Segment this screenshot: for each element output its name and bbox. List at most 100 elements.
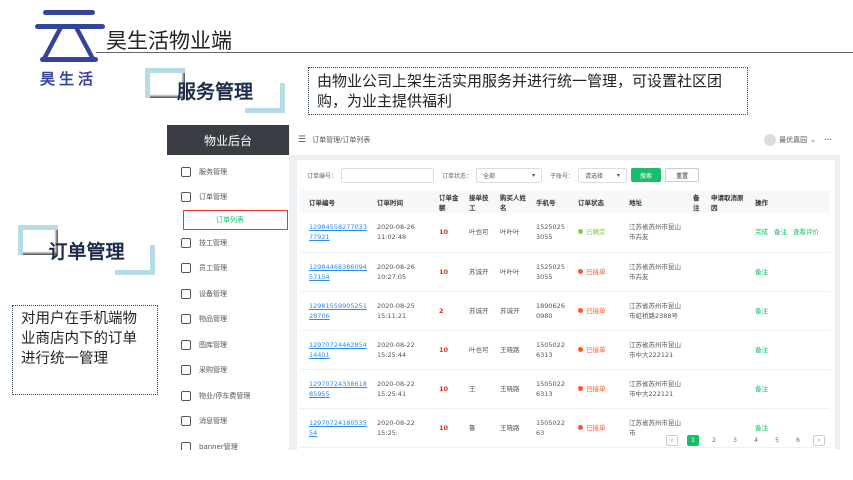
image-icon (181, 339, 191, 350)
operations: 备注 (746, 330, 830, 370)
address: 江苏省苏州市昆山市中大222121 (620, 330, 684, 370)
chevron-down-icon[interactable]: ⌄ (810, 136, 816, 144)
table-row[interactable]: 1297072446285414401 2020-08-22 15:25:44 10… (300, 330, 830, 370)
order-table: 订单编号 订单时间 订单金额 接单技工 购买人姓名 手机号 订单状态 地址 备注 申请取消原因 操作… (300, 190, 830, 448)
page-button[interactable]: 1 (687, 435, 699, 446)
buyer-name: 叶叶叶 (491, 213, 527, 253)
note (684, 369, 702, 409)
operations: 备注 (746, 291, 830, 331)
page-button[interactable]: 5 (771, 435, 783, 446)
order-amount: 10 (430, 213, 460, 253)
menu-icon[interactable]: ☰ (298, 135, 306, 145)
more-icon[interactable]: ··· (824, 136, 832, 144)
order-number-link[interactable]: 1297072446285414401 (300, 330, 368, 370)
reset-button[interactable]: 重置 (665, 168, 700, 182)
order-number-link[interactable]: 1298455827703377921 (300, 213, 368, 253)
search-button[interactable]: 搜索 (631, 168, 662, 182)
prev-page-button[interactable]: ‹ (666, 435, 678, 446)
order-number-link-text[interactable]: 1298455827703377921 (309, 223, 367, 241)
order-no-input[interactable] (341, 167, 435, 183)
status-select[interactable]: 全部 ▾ (476, 167, 543, 183)
phone-text: 150502263 (536, 418, 565, 437)
technician: 叶也可 (460, 213, 491, 253)
op-link[interactable]: 备注 (755, 424, 768, 432)
slide-title: 昊生活物业端 (106, 29, 232, 53)
admin-app-screenshot: 物业后台 服务管理 订单管理 订单列表 技工管理 员工管理 设备管理 物品管理 图库管理 采购管… (167, 125, 840, 450)
order-time-text: 2020-08-26 11:02:48 (377, 223, 415, 242)
sidebar-item[interactable]: 订单列表 (183, 210, 288, 230)
order-status: 已接单 (569, 369, 620, 409)
sidebar-item[interactable]: 物业/停车费管理 (167, 383, 289, 409)
op-link[interactable]: 备注 (755, 385, 768, 393)
order-number-link[interactable]: 1298446838609457154 (300, 252, 368, 292)
order-number-link[interactable]: 1297072433861885955 (300, 369, 368, 409)
status-text: 已接单 (586, 384, 606, 393)
order-time: 2020-08-22 15:25: (368, 408, 430, 448)
address-text: 江苏省苏州市昆山市卉友 (629, 223, 681, 242)
order-amount-text: 10 (439, 267, 449, 276)
avatar[interactable] (764, 134, 777, 146)
order-number-link-text[interactable]: 1298155990525128706 (309, 302, 367, 320)
op-link[interactable]: 备注 (755, 307, 768, 315)
op-link[interactable]: 备注 (755, 346, 768, 354)
sub-heading: 订单管理 (18, 225, 155, 275)
box-icon (181, 314, 191, 325)
topbar: ☰ 订单管理/订单列表 最优嘉园 ⌄ ··· (290, 125, 840, 155)
order-number-link-text[interactable]: 1298446838609457154 (309, 263, 367, 281)
account-value: 请选择 (585, 172, 604, 180)
order-number-link-text[interactable]: 1297072446285414401 (309, 341, 367, 359)
table-row[interactable]: 1298455827703377921 2020-08-26 11:02:48 10… (300, 213, 830, 253)
column-header: 订单金额 (430, 190, 460, 213)
sidebar-item[interactable]: 消息管理 (167, 409, 289, 435)
op-link[interactable]: 完成 (755, 228, 768, 236)
page-button[interactable]: 3 (729, 435, 741, 446)
sidebar-item[interactable]: 设备管理 (167, 281, 289, 307)
next-page-button[interactable]: › (813, 435, 825, 446)
sidebar-item[interactable]: 物品管理 (167, 307, 289, 333)
order-number-link-text[interactable]: 1297072433861885955 (309, 380, 367, 398)
sidebar: 物业后台 服务管理 订单管理 订单列表 技工管理 员工管理 设备管理 物品管理 图库管理 采购管… (167, 125, 290, 450)
user-name[interactable]: 最优嘉园 (779, 135, 807, 145)
page-button[interactable]: 2 (708, 435, 720, 446)
page-button[interactable]: 4 (750, 435, 762, 446)
op-link[interactable]: 备注 (755, 268, 768, 276)
table-row[interactable]: 1298155990525128706 2020-08-25 15:11:21 2 苏… (300, 291, 830, 331)
address: 江苏省苏州市昆山市虹桥路2388号 (620, 291, 684, 331)
order-number-link[interactable]: 1298155990525128706 (300, 291, 368, 331)
phone-text: 15050226313 (536, 340, 565, 359)
column-header: 备注 (684, 190, 702, 213)
phone-text: 18906260980 (536, 301, 565, 320)
status-text: 已接单 (586, 345, 606, 354)
operations: 完成 备注 查看评价 (746, 213, 830, 253)
status-dot-icon (578, 385, 583, 391)
account-select[interactable]: 请选择 ▾ (578, 167, 628, 183)
status-dot-icon (578, 424, 583, 430)
sidebar-item[interactable]: banner管理 (167, 434, 289, 450)
table-row[interactable]: 1298446838609457154 2020-08-26 10:27:05 10… (300, 252, 830, 292)
sidebar-item[interactable]: 服务管理 (167, 159, 289, 185)
message-icon (181, 416, 191, 427)
sidebar-item[interactable]: 图库管理 (167, 332, 289, 358)
sidebar-item[interactable]: 技工管理 (167, 230, 289, 256)
order-status: 已接单 (569, 291, 620, 331)
sidebar-item[interactable]: 采购管理 (167, 358, 289, 384)
order-status: 已确定 (569, 213, 620, 253)
order-amount-text: 10 (439, 423, 449, 432)
order-number-link[interactable]: 1297072418053554 (300, 408, 368, 448)
sidebar-item[interactable]: 订单管理 (167, 185, 289, 211)
technician: 鲁 (460, 408, 491, 448)
op-link[interactable]: 查看评价 (793, 228, 819, 236)
page-button[interactable]: 6 (792, 435, 804, 446)
op-link[interactable]: 备注 (774, 228, 787, 236)
table-row[interactable]: 1297072433861885955 2020-08-22 15:25:41 10… (300, 369, 830, 409)
sidebar-item-label: 设备管理 (199, 289, 227, 298)
order-amount-text: 10 (439, 228, 449, 237)
sidebar-item[interactable]: 员工管理 (167, 256, 289, 282)
cancel-reason (702, 330, 746, 370)
order-number-link-text[interactable]: 1297072418053554 (309, 419, 367, 437)
title-divider (96, 52, 853, 53)
phone-text: 15250253055 (536, 262, 565, 281)
status-label: 订单状态： (442, 172, 473, 180)
order-amount-text: 10 (439, 384, 449, 393)
column-header: 订单状态 (569, 190, 620, 213)
